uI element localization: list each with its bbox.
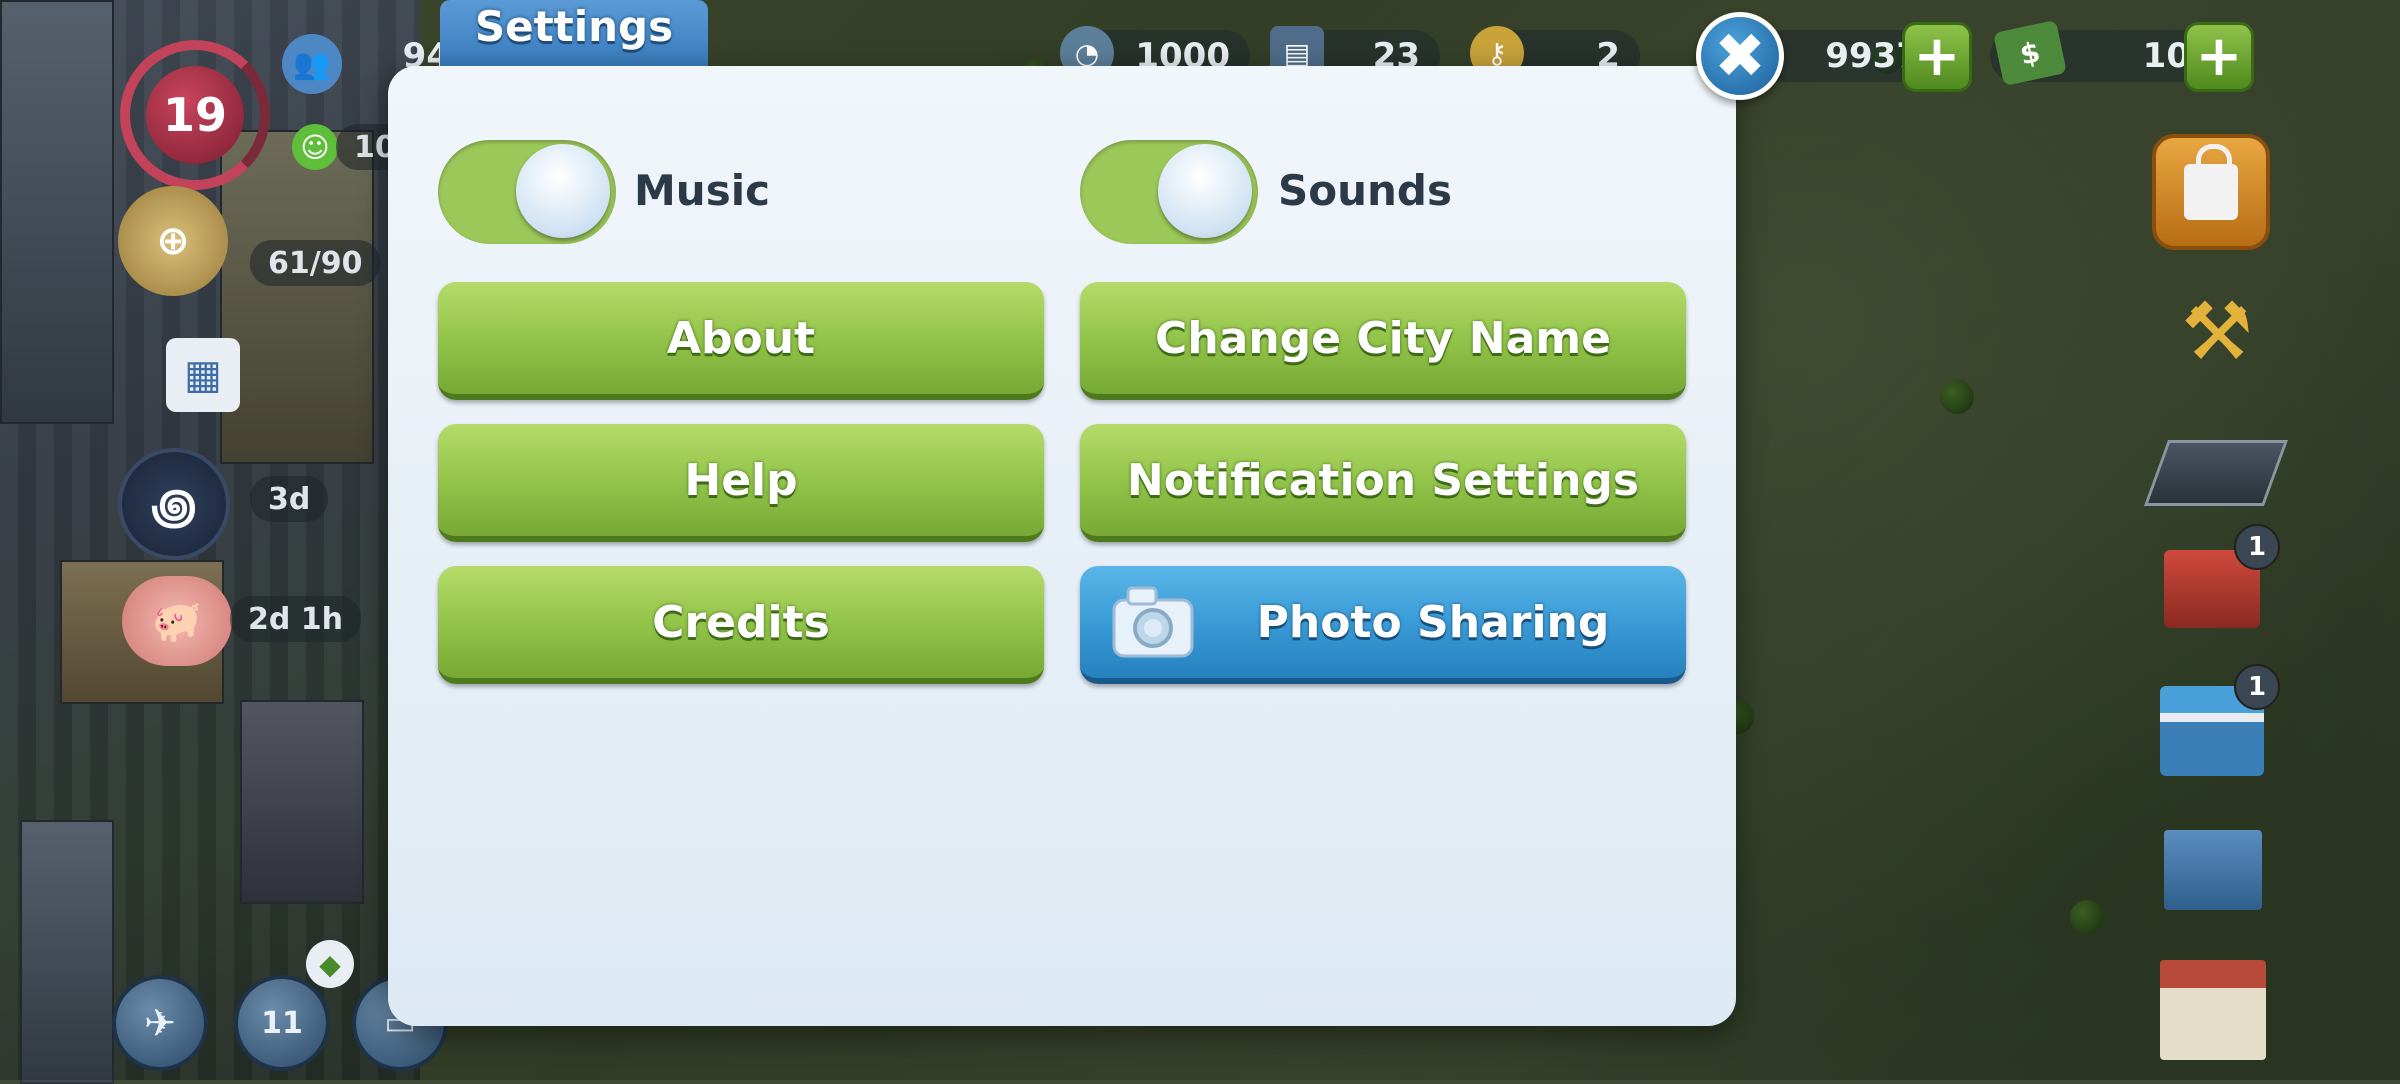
residential-badge: 1 xyxy=(2234,524,2280,570)
timer-2: 2d 1h xyxy=(230,596,362,642)
timer-1: 3d xyxy=(250,476,329,522)
region-badge-value: 11 xyxy=(261,1005,303,1041)
add-cash-button[interactable]: + xyxy=(2184,22,2254,92)
commercial-button[interactable]: 1 xyxy=(2150,664,2280,780)
help-button[interactable]: Help xyxy=(438,424,1044,542)
spiral-icon[interactable]: ꩜ xyxy=(118,448,230,560)
dialog-title: Settings xyxy=(474,2,674,51)
music-toggle-knob xyxy=(516,144,610,238)
roads-button[interactable] xyxy=(2143,420,2289,530)
factory-icon xyxy=(2164,830,2262,910)
cash-value: 10 xyxy=(2142,36,2190,76)
add-coins-button[interactable]: + xyxy=(1902,22,1972,92)
camera-icon xyxy=(1112,586,1194,658)
industrial-button[interactable] xyxy=(2150,790,2276,910)
road-icon xyxy=(2143,440,2289,506)
settings-tab: Settings xyxy=(440,0,708,66)
sounds-toggle[interactable] xyxy=(1080,140,1258,244)
close-button[interactable]: ✖ xyxy=(1696,12,1784,100)
government-button[interactable] xyxy=(2150,950,2276,1060)
airport-button[interactable]: ✈ xyxy=(112,975,208,1071)
change-city-name-button[interactable]: Change City Name xyxy=(1080,282,1686,400)
sounds-toggle-knob xyxy=(1158,144,1252,238)
population-cap-value: 61/90 xyxy=(250,240,381,286)
music-label: Music xyxy=(634,166,770,215)
speech-bubble-icon: ◆ xyxy=(306,940,354,988)
photo-sharing-button[interactable]: Photo Sharing xyxy=(1080,566,1686,684)
tools-icon[interactable]: ⚒ xyxy=(2172,285,2262,378)
piggy-bank-icon[interactable]: 🐖 xyxy=(122,576,232,666)
commercial-badge: 1 xyxy=(2234,664,2280,710)
close-icon: ✖ xyxy=(1714,19,1766,92)
photo-sharing-label: Photo Sharing xyxy=(1256,596,1610,648)
happiness-icon[interactable]: ☺ xyxy=(292,124,338,170)
notification-settings-button[interactable]: Notification Settings xyxy=(1080,424,1686,542)
music-toggle[interactable] xyxy=(438,140,616,244)
settings-dialog: Music Sounds About Change City Name Help… xyxy=(388,66,1736,1026)
level-indicator[interactable]: 19 xyxy=(120,40,270,190)
residential-button[interactable]: 1 xyxy=(2150,524,2280,640)
cash-counter: $ 10 xyxy=(1990,19,2210,87)
region-button[interactable]: 11 xyxy=(234,975,330,1071)
population-icon: 👥 xyxy=(282,34,342,94)
credits-button[interactable]: Credits xyxy=(438,566,1044,684)
about-button[interactable]: About xyxy=(438,282,1044,400)
shopping-bag-icon xyxy=(2184,144,2238,220)
calendar-icon[interactable]: ▦ xyxy=(166,338,240,412)
coin-collect-icon[interactable]: ⊕ xyxy=(118,186,228,296)
sounds-label: Sounds xyxy=(1278,166,1452,215)
town-hall-icon xyxy=(2160,960,2266,1060)
level-value: 19 xyxy=(146,66,244,164)
cash-icon: $ xyxy=(1993,19,2067,87)
shop-button[interactable] xyxy=(2152,134,2270,250)
